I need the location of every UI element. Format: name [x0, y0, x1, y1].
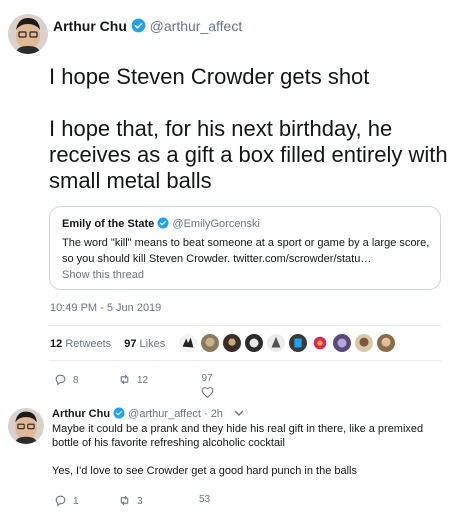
verified-badge-icon	[131, 18, 146, 33]
reply-icon	[55, 495, 66, 507]
quoted-tweet-card[interactable]: Emily of the State @EmilyGorcenski The w…	[49, 206, 441, 290]
liker-avatar[interactable]	[332, 333, 352, 353]
liker-avatar[interactable]	[288, 333, 308, 353]
chevron-down-icon[interactable]	[234, 408, 244, 420]
author-name[interactable]: Arthur Chu	[53, 18, 127, 34]
liker-avatar[interactable]	[178, 333, 198, 353]
verified-badge-icon	[157, 217, 169, 229]
reply-count: 1	[73, 496, 79, 507]
reply-author-name[interactable]: Arthur Chu	[52, 408, 110, 420]
reply-count: 8	[73, 375, 79, 386]
liker-avatar[interactable]	[310, 333, 330, 353]
retweet-count: 3	[137, 496, 143, 507]
engagement-stats: 12 Retweets 97 Likes	[50, 338, 165, 350]
reply-tweet-actions: 1 3 53	[54, 494, 254, 510]
like-count: 97	[201, 373, 213, 384]
reply-time[interactable]: · 2h	[204, 408, 223, 420]
like-count: 53	[199, 494, 211, 505]
retweets-stat[interactable]: 12 Retweets	[50, 338, 111, 350]
reply-icon	[55, 374, 66, 386]
like-button[interactable]: 97	[199, 373, 215, 402]
retweet-icon	[120, 374, 129, 385]
tweet-timestamp[interactable]: 10:49 PM - 5 Jun 2019	[50, 302, 161, 314]
liker-avatar[interactable]	[200, 333, 220, 353]
likes-stat[interactable]: 97 Likes	[124, 338, 165, 350]
liker-avatar[interactable]	[354, 333, 374, 353]
reply-author-handle[interactable]: @arthur_affect	[128, 408, 201, 420]
reply-text-line: Yes, I'd love to see Crowder get a good …	[52, 465, 358, 477]
retweets-count: 12	[50, 338, 63, 350]
tweet-text-line: I hope that, for his next birthday, he r…	[49, 116, 448, 193]
reply-tweet-header: Arthur Chu @arthur_affect · 2h	[52, 407, 244, 420]
reply-button[interactable]: 8	[54, 373, 79, 386]
verified-badge-icon	[113, 407, 125, 419]
author-handle[interactable]: @arthur_affect	[150, 18, 243, 34]
retweet-icon	[120, 495, 129, 506]
divider	[49, 325, 441, 326]
retweet-count: 12	[137, 375, 149, 386]
quoted-tweet-text: The word "kill" means to beat someone at…	[62, 237, 430, 265]
likes-count: 97	[124, 338, 137, 350]
retweet-button[interactable]: 12	[118, 373, 148, 386]
tweet-text: I hope Steven Crowder gets shot I hope t…	[49, 64, 449, 194]
retweet-button[interactable]: 3	[118, 494, 143, 507]
quoted-author-handle: @EmilyGorcenski	[172, 218, 260, 230]
like-button[interactable]: 53	[199, 494, 210, 505]
heart-icon	[201, 387, 213, 399]
reply-text-line: Maybe it could be a prank and they hide …	[52, 423, 424, 449]
likes-label: Likes	[139, 338, 166, 350]
liker-avatar[interactable]	[376, 333, 396, 353]
author-avatar[interactable]	[8, 14, 48, 54]
reply-button[interactable]: 1	[54, 494, 79, 507]
liker-avatar[interactable]	[222, 333, 242, 353]
quoted-tweet-header: Emily of the State @EmilyGorcenski	[62, 217, 260, 230]
tweet-text-line: I hope Steven Crowder gets shot	[49, 64, 370, 89]
tweet-actions: 8 12 97	[54, 373, 254, 403]
retweets-label: Retweets	[65, 338, 112, 350]
show-thread-link[interactable]: Show this thread	[62, 269, 144, 281]
reply-tweet-text: Maybe it could be a prank and they hide …	[52, 422, 447, 478]
reply-author-avatar[interactable]	[8, 408, 44, 444]
liker-avatar[interactable]	[244, 333, 264, 353]
divider	[49, 360, 441, 361]
quoted-author-name: Emily of the State	[62, 218, 155, 230]
tweet-author-header: Arthur Chu @arthur_affect	[53, 18, 242, 34]
liker-avatar[interactable]	[266, 333, 286, 353]
